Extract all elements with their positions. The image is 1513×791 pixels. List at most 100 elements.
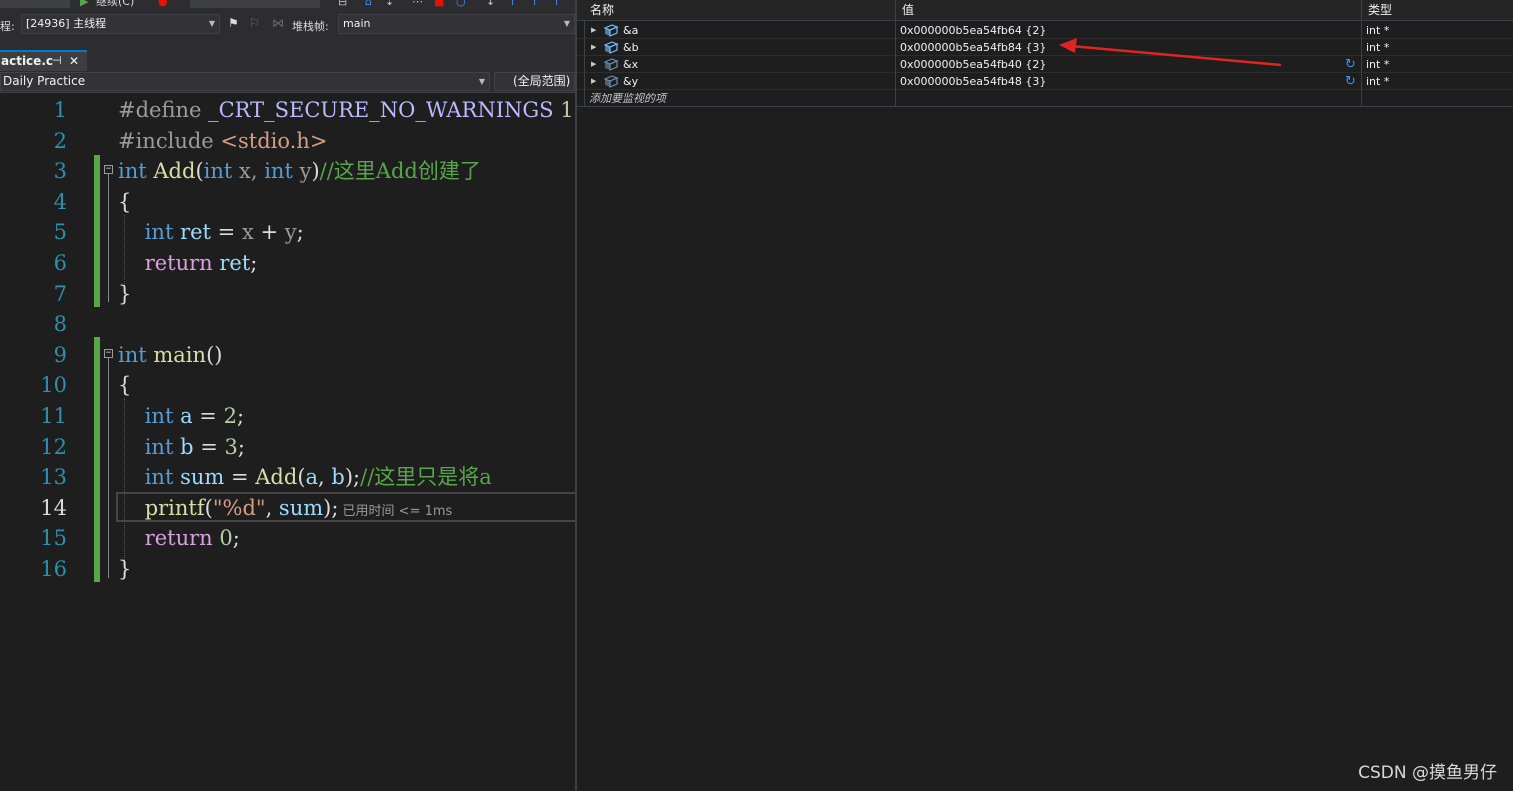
restart-icon[interactable]: ○	[456, 0, 466, 8]
code-token: ret	[219, 251, 251, 275]
watch-value[interactable]: 0x000000b5ea54fb48 {3}	[900, 73, 1046, 90]
chevron-down-icon: ▼	[478, 77, 485, 86]
code-line[interactable]: 4{	[0, 187, 575, 217]
refresh-icon[interactable]: ↻	[1345, 73, 1356, 90]
code-token: "%d"	[212, 495, 266, 520]
code-token: a	[305, 465, 319, 490]
toolbar-icon-1[interactable]: ⊟	[338, 0, 347, 8]
watch-name[interactable]: &b	[623, 39, 639, 56]
watch-row[interactable]: ▶ &y 0x000000b5ea54fb48 {3} ↻ int *	[577, 73, 1513, 90]
code-token: #define	[118, 98, 209, 122]
code-line[interactable]: 16}	[0, 554, 575, 584]
code-line[interactable]: 13 int sum = Add(a, b);//这里只是将a	[0, 462, 575, 492]
watch-value[interactable]: 0x000000b5ea54fb64 {2}	[900, 22, 1046, 39]
line-number: 14	[40, 495, 67, 520]
code-token: (	[297, 465, 306, 490]
code-token: int	[264, 159, 293, 184]
breakpoint-icon[interactable]: ●	[158, 0, 168, 8]
column-separator	[584, 21, 585, 107]
step-over-icon[interactable]: ↑	[508, 0, 517, 8]
stack-frame-select[interactable]: main ▼	[338, 14, 575, 34]
code-line[interactable]: 6 return ret;	[0, 248, 575, 278]
toolbar-icon-3[interactable]: ⇣	[385, 0, 394, 8]
editor-pane: ▶ 继续(C) ● ⊟ ⌂ ⇣ ⋯ ■ ○ ↓ ↑ ↑ ↑ 程: [24936]…	[0, 0, 575, 791]
code-token: b	[180, 434, 194, 459]
expand-arrow-icon[interactable]: ▶	[591, 39, 596, 56]
code-line[interactable]: 1 #define _CRT_SECURE_NO_WARNINGS 1	[0, 95, 575, 125]
code-text: }	[118, 279, 131, 309]
flag-icon[interactable]: ⚑	[228, 16, 239, 30]
code-token: y	[284, 220, 297, 245]
code-token: int	[203, 159, 233, 184]
line-number: 15	[40, 526, 67, 551]
code-line[interactable]: 5 int ret = x + y;	[0, 217, 575, 247]
code-line[interactable]: 11 int a = 2;	[0, 401, 575, 431]
column-separator	[1361, 21, 1362, 107]
code-text: int Add(int x, int y)//这里Add创建了	[118, 156, 481, 186]
tab-practice-c[interactable]: actice.c ⊣ ✕	[0, 50, 87, 71]
pin-icon[interactable]: ⊣	[52, 52, 62, 70]
continue-icon[interactable]: ▶	[80, 0, 88, 8]
toolbar-search[interactable]	[190, 0, 320, 8]
watch-value[interactable]: 0x000000b5ea54fb84 {3}	[900, 39, 1046, 56]
line-number: 12	[40, 434, 67, 459]
project-select[interactable]: Daily Practice ▼	[0, 72, 490, 91]
thread-label: 程:	[0, 20, 15, 33]
code-token: =	[192, 404, 224, 428]
watch-row[interactable]: ▶ &b 0x000000b5ea54fb84 {3} int *	[577, 39, 1513, 56]
step-into-icon[interactable]: ↓	[486, 0, 495, 8]
code-line[interactable]: 9 int main()	[0, 340, 575, 370]
expand-arrow-icon[interactable]: ▶	[591, 56, 596, 73]
code-token: Add	[255, 465, 298, 490]
line-number: 1	[53, 98, 67, 122]
code-editor[interactable]: − − 1 #define _CRT_SECURE_NO_WARNINGS 1 2 #…	[0, 93, 575, 791]
navigation-bar: Daily Practice ▼ (全局范围)	[0, 71, 575, 93]
code-line[interactable]: 3 int Add(int x, int y)//这里Add创建了	[0, 156, 575, 186]
expand-arrow-icon[interactable]: ▶	[591, 22, 596, 39]
scope-select[interactable]: (全局范围)	[494, 72, 575, 91]
code-line[interactable]: 14 printf("%d", sum); 已用时间 <= 1ms	[0, 493, 575, 523]
code-token: 2	[223, 404, 237, 428]
toolbar-icon-2[interactable]: ⌂	[365, 0, 372, 8]
add-watch-placeholder[interactable]: 添加要监视的项	[589, 90, 666, 107]
tab-filename: actice.c	[1, 54, 53, 68]
close-icon[interactable]: ✕	[69, 52, 79, 70]
code-text: int ret = x + y;	[118, 217, 304, 247]
continue-label[interactable]: 继续(C)	[96, 0, 134, 8]
refresh-icon[interactable]: ↻	[1345, 56, 1356, 73]
code-line[interactable]: 12 int b = 3;	[0, 432, 575, 462]
code-token: =	[224, 465, 256, 490]
step-out-icon[interactable]: ↑	[530, 0, 539, 8]
filter-icon[interactable]: ⋈	[272, 16, 284, 30]
code-line[interactable]: 15 return 0;	[0, 523, 575, 553]
code-token: {	[118, 189, 132, 214]
code-line[interactable]: 2 #include <stdio.h>	[0, 126, 575, 156]
watch-row[interactable]: ▶ &a 0x000000b5ea54fb64 {2} int *	[577, 22, 1513, 39]
code-token: _CRT_SECURE_NO_WARNINGS	[208, 98, 554, 122]
watch-value[interactable]: 0x000000b5ea54fb40 {2}	[900, 56, 1046, 73]
code-line[interactable]: 7}	[0, 279, 575, 309]
watch-row[interactable]: ▶ &x 0x000000b5ea54fb40 {2} ↻ int *	[577, 56, 1513, 73]
add-watch-row[interactable]: 添加要监视的项	[577, 90, 1513, 107]
column-header-name[interactable]: 名称	[584, 0, 895, 21]
column-header-type[interactable]: 类型	[1361, 0, 1513, 21]
watch-name[interactable]: &a	[623, 22, 638, 39]
stop-icon[interactable]: ■	[434, 0, 444, 8]
watch-name[interactable]: &y	[623, 73, 638, 90]
flag-all-icon[interactable]: ⚐	[249, 16, 260, 30]
thread-select[interactable]: [24936] 主线程 ▼	[21, 14, 220, 34]
column-header-value[interactable]: 值	[895, 0, 1361, 21]
code-text: {	[118, 187, 131, 217]
expand-arrow-icon[interactable]: ▶	[591, 73, 596, 90]
code-line[interactable]: 10 {	[0, 370, 575, 400]
toolbar-combo[interactable]	[0, 0, 70, 8]
watch-name[interactable]: &x	[623, 56, 638, 73]
step-back-icon[interactable]: ↑	[552, 0, 561, 8]
code-token: int	[144, 465, 174, 490]
code-token: (	[204, 495, 213, 520]
code-line[interactable]: 8	[0, 309, 575, 339]
watch-type: int *	[1366, 24, 1390, 37]
toolbar-icon-4[interactable]: ⋯	[412, 0, 423, 8]
